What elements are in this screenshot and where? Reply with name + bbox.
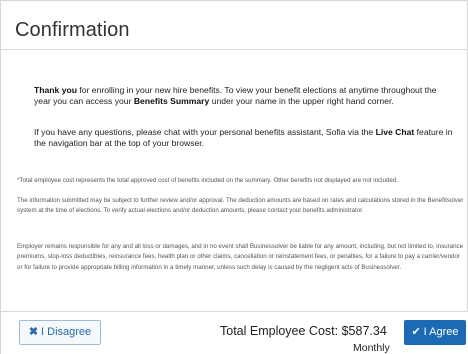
benefits-summary-text: Benefits Summary bbox=[133, 96, 210, 107]
modal-body: Thank you for enrolling in your new hire… bbox=[1, 51, 468, 311]
close-icon: ✖ bbox=[28, 326, 39, 338]
modal-footer: ✖ I Disagree Total Employee Cost: $587.34… bbox=[1, 311, 468, 354]
disagree-label: I Disagree bbox=[41, 326, 92, 338]
assistant-text-1: If you have any questions, please chat w… bbox=[34, 127, 376, 137]
modal-title: Confirmation bbox=[15, 19, 130, 41]
fine-print-review: The information submitted may be subject… bbox=[17, 197, 464, 215]
check-icon: ✔ bbox=[411, 326, 421, 338]
confirmation-modal: Confirmation Thank you for enrolling in … bbox=[0, 0, 468, 354]
disagree-button[interactable]: ✖ I Disagree bbox=[19, 320, 101, 345]
fine-print-total-cost: *Total employee cost represents the tota… bbox=[17, 177, 398, 184]
live-chat-text: Live Chat bbox=[375, 127, 415, 137]
assistant-paragraph: If you have any questions, please chat w… bbox=[34, 127, 454, 150]
thank-you-text: Thank you bbox=[34, 85, 77, 95]
total-employee-cost: Total Employee Cost: $587.34 bbox=[220, 324, 387, 338]
cost-period: Monthly bbox=[353, 342, 390, 354]
agree-button[interactable]: ✔ I Agree bbox=[404, 320, 466, 345]
modal-header: Confirmation bbox=[1, 1, 468, 50]
agree-label: I Agree bbox=[423, 326, 459, 338]
intro-text-2: under your name in the upper right hand … bbox=[209, 96, 394, 107]
intro-paragraph: Thank you for enrolling in your new hire… bbox=[34, 85, 454, 108]
fine-print-liability: Employer remains responsible for any and… bbox=[17, 243, 464, 271]
